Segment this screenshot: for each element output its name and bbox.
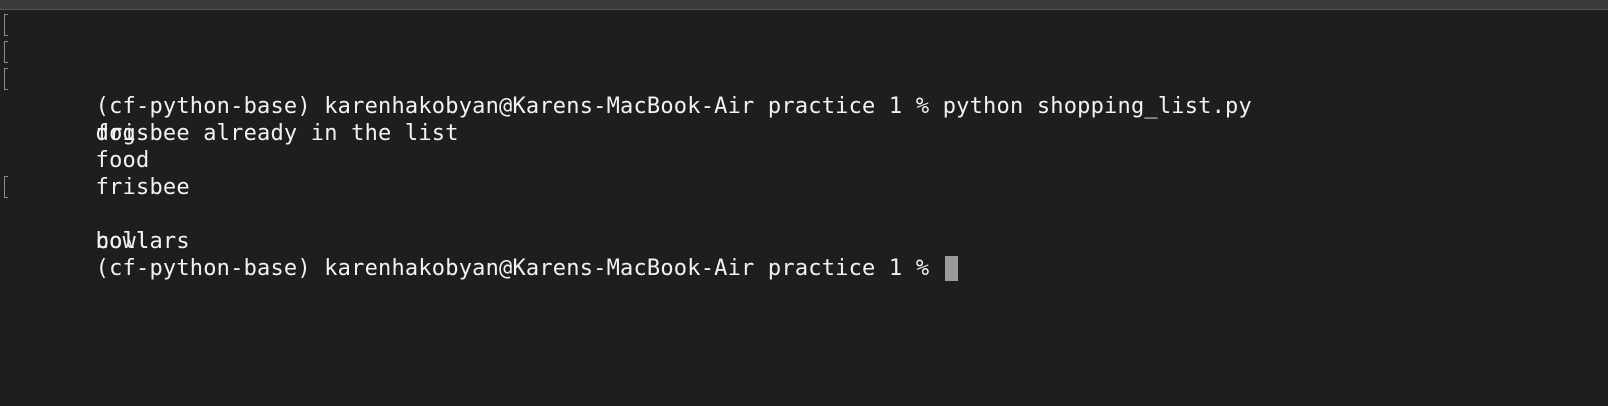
terminal-line: food bbox=[0, 120, 1600, 173]
terminal-prompt-line[interactable]: (cf-python-base) karenhakobyan@Karens-Ma… bbox=[0, 228, 1600, 281]
line-mark-icon bbox=[4, 14, 8, 36]
prompt-text: (cf-python-base) karenhakobyan@Karens-Ma… bbox=[95, 256, 943, 281]
terminal-output[interactable]: (cf-python-base) karenhakobyan@Karens-Ma… bbox=[0, 12, 1600, 402]
terminal-line: (cf-python-base) karenhakobyan@Karens-Ma… bbox=[0, 39, 1600, 119]
terminal-line: collars bbox=[0, 201, 1600, 254]
window-top-strip bbox=[0, 0, 1608, 10]
cursor-block-icon bbox=[944, 256, 958, 281]
terminal-line bbox=[0, 12, 1600, 39]
terminal-line: dog bbox=[0, 93, 1600, 146]
terminal-line: bowl bbox=[0, 174, 1600, 254]
line-mark-icon bbox=[4, 176, 8, 198]
line-mark-icon bbox=[4, 41, 8, 63]
terminal-line: frisbee bbox=[0, 147, 1600, 200]
terminal-line: frisbee already in the list bbox=[0, 66, 1600, 146]
terminal-window: (cf-python-base) karenhakobyan@Karens-Ma… bbox=[0, 0, 1608, 406]
line-mark-icon bbox=[4, 68, 8, 90]
